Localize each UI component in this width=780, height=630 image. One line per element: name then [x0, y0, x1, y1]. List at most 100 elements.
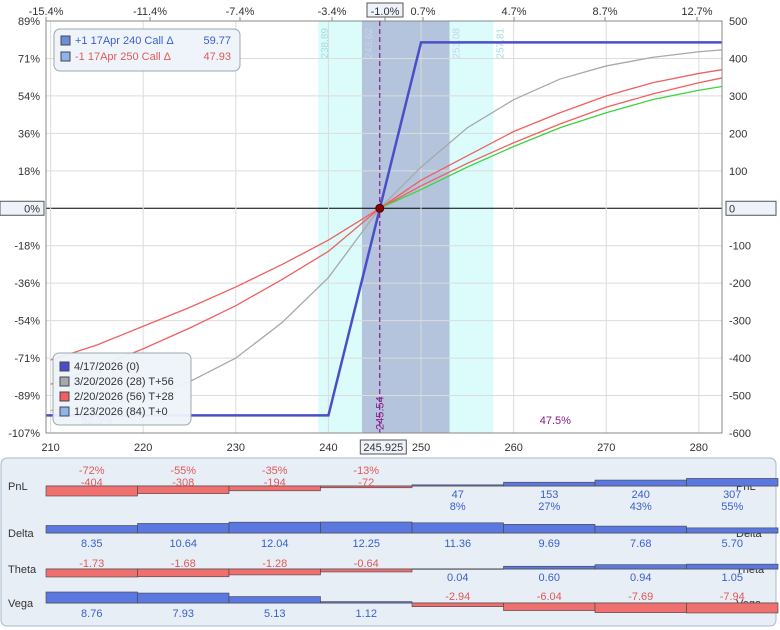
theta-value: 0.60 — [539, 572, 560, 584]
delta-value: 8.35 — [81, 538, 102, 550]
position-checkbox[interactable] — [60, 35, 71, 46]
risk-graph[interactable]: 238.89243.62253.08257.81245.5452.5%47.5%… — [0, 0, 780, 630]
vega-value: 8.76 — [81, 608, 102, 620]
pnl-value: -72 — [358, 477, 374, 489]
x-axis-tick: 240 — [319, 442, 337, 454]
current-price-marker[interactable] — [375, 203, 385, 213]
pnl-percent: -72% — [79, 465, 105, 477]
left-axis-tick: 36% — [18, 128, 40, 140]
x-axis-tick: 270 — [597, 442, 615, 454]
right-axis-tick: -600 — [729, 428, 751, 440]
position-delta: 47.93 — [203, 51, 231, 63]
right-axis-tick: 400 — [729, 53, 747, 65]
pnl-value: 240 — [632, 489, 650, 501]
theta-bar — [503, 565, 596, 570]
theta-bar — [686, 563, 779, 570]
vega-value: 1.12 — [356, 608, 377, 620]
left-axis-tick: -36% — [14, 278, 40, 290]
theta-value: 0.94 — [630, 572, 651, 584]
series-legend-label: 3/20/2026 (28) T+56 — [74, 376, 174, 388]
left-axis-tick: 54% — [18, 91, 40, 103]
theta-value: 1.05 — [722, 572, 743, 584]
pnl-percent: 55% — [721, 501, 743, 513]
vega-value: -6.04 — [537, 591, 562, 603]
series-checkbox[interactable] — [59, 376, 70, 387]
left-axis-tick: -89% — [14, 391, 40, 403]
band-label: 243.62 — [364, 28, 375, 59]
delta-value: 7.68 — [630, 538, 651, 550]
theta-bar — [594, 564, 687, 570]
pnl-value: -404 — [81, 477, 103, 489]
right-axis-tick: -200 — [729, 278, 751, 290]
vega-bar — [686, 602, 779, 614]
vega-bar — [503, 602, 596, 611]
x-axis-tick: 250 — [412, 442, 430, 454]
vega-bar — [411, 602, 504, 607]
series-checkbox[interactable] — [59, 361, 70, 372]
delta-bar — [503, 523, 596, 534]
pnl-percent: -35% — [262, 465, 288, 477]
delta-value: 10.64 — [169, 538, 197, 550]
vega-bar — [137, 592, 230, 604]
series-checkbox[interactable] — [59, 406, 70, 417]
left-axis-tick: 0% — [24, 203, 40, 215]
vega-value: -2.94 — [445, 591, 470, 603]
pnl-percent: 8% — [450, 501, 466, 513]
left-axis-tick: -54% — [14, 316, 40, 328]
delta-bar — [686, 527, 779, 534]
right-axis-tick: -100 — [729, 241, 751, 253]
delta-bar — [320, 521, 413, 534]
delta-value: 5.70 — [722, 538, 743, 550]
delta-bar — [228, 521, 321, 534]
right-axis-tick: -400 — [729, 353, 751, 365]
left-axis-tick: 89% — [18, 16, 40, 28]
left-axis-tick: 18% — [18, 166, 40, 178]
positions-legend: +1 17Apr 240 Call Δ 59.77 -1 17Apr 250 Cal… — [53, 28, 241, 72]
pnl-percent: 43% — [630, 501, 652, 513]
position-label: -1 17Apr 250 Call Δ — [75, 51, 172, 63]
top-percent-tick: -1.0% — [371, 6, 400, 18]
vega-value: -7.94 — [720, 591, 745, 603]
position-checkbox[interactable] — [60, 51, 71, 62]
x-axis-tick: 210 — [41, 442, 59, 454]
vega-value: -7.69 — [628, 591, 653, 603]
left-axis-tick: -71% — [14, 353, 40, 365]
breakeven-label: 245.54 — [375, 396, 387, 430]
pnl-bar — [686, 478, 779, 487]
top-percent-tick: -7.4% — [226, 6, 255, 18]
series-legend-label: 4/17/2026 (0) — [74, 361, 139, 373]
x-axis-tick: 280 — [690, 442, 708, 454]
x-axis-tick: 260 — [504, 442, 522, 454]
series-legend: 4/17/2026 (0) 3/20/2026 (28) T+56 2/20/202… — [52, 352, 192, 426]
top-percent-tick: -11.4% — [133, 6, 167, 18]
band-label: 238.89 — [320, 28, 331, 59]
series-checkbox[interactable] — [59, 391, 70, 402]
x-axis-tick: 230 — [227, 442, 245, 454]
right-axis-tick: -500 — [729, 391, 751, 403]
delta-bar — [137, 523, 230, 534]
theta-value: 0.04 — [447, 572, 468, 584]
vega-bar — [45, 591, 138, 604]
delta-title: Delta — [8, 528, 35, 540]
theta-value: -0.64 — [354, 558, 379, 570]
right-axis-tick: 300 — [729, 91, 747, 103]
x-axis-tick: 220 — [134, 442, 152, 454]
left-axis-tick: 71% — [18, 53, 40, 65]
pnl-bar — [411, 484, 504, 487]
vega-value: 5.13 — [264, 608, 285, 620]
right-axis-tick: 100 — [729, 166, 747, 178]
pnl-bar — [503, 481, 596, 487]
pnl-percent: 27% — [538, 501, 560, 513]
pnl-percent: -55% — [170, 465, 196, 477]
pnl-value: -308 — [172, 477, 194, 489]
delta-value: 12.25 — [352, 538, 380, 550]
vega-value: 7.93 — [173, 608, 194, 620]
top-percent-tick: 8.7% — [592, 6, 617, 18]
pnl-percent: -13% — [353, 465, 379, 477]
left-axis-tick: -18% — [14, 241, 40, 253]
left-axis-tick: -107% — [8, 428, 40, 440]
pnl-value: -194 — [264, 477, 286, 489]
theta-bar — [45, 568, 138, 578]
vega-bar — [228, 596, 321, 604]
theta-bar — [137, 568, 230, 578]
